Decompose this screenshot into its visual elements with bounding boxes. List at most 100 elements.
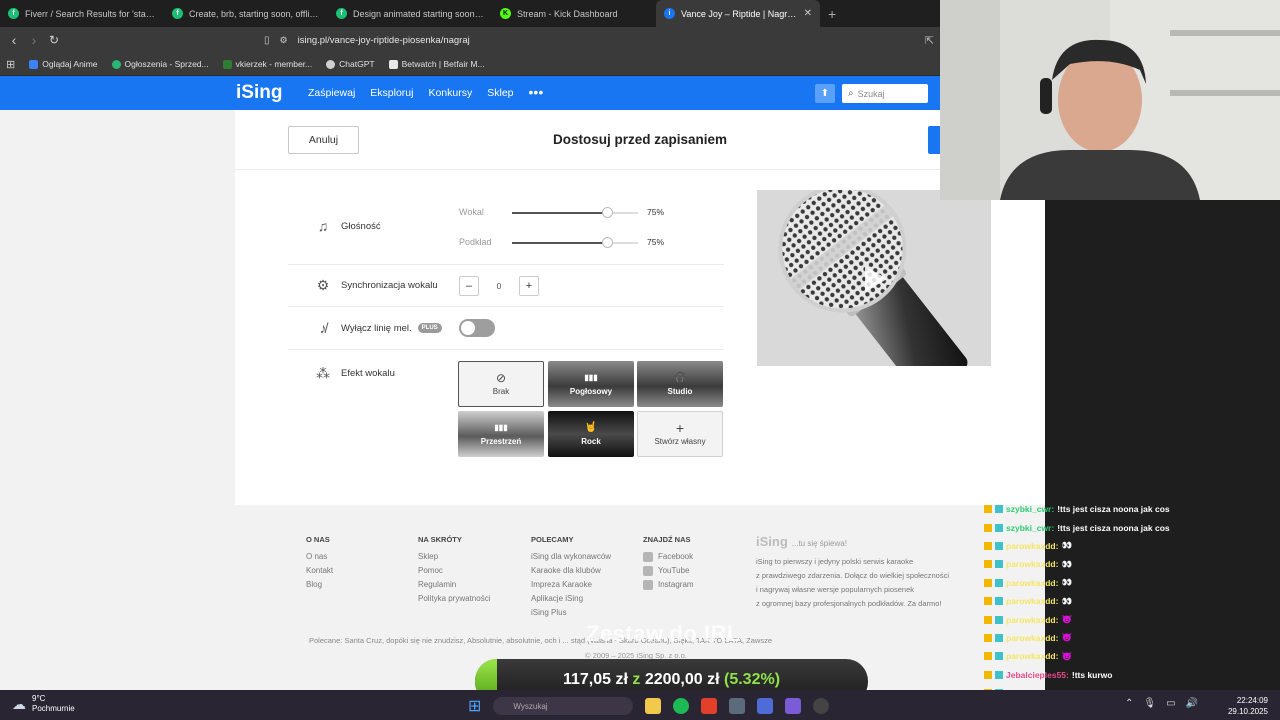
browser-tab[interactable]: f Create, brb, starting soon, offline sc… [164, 0, 328, 27]
bookmark-item[interactable]: ChatGPT [326, 59, 375, 69]
footer-desc-line: i nagrywaj własne wersje popularnych pio… [756, 585, 915, 594]
footer-link[interactable]: Aplikacje iSing [531, 592, 611, 606]
footer-link[interactable]: Blog [306, 578, 333, 592]
chat-username[interactable]: parowkaxdd: [1006, 559, 1058, 569]
search-input[interactable]: ⌕ Szukaj [842, 84, 928, 103]
backing-slider[interactable] [512, 237, 638, 248]
effect-reverb[interactable]: ▮▮▮ Pogłosowy [548, 361, 634, 407]
monitor-icon[interactable]: ▭ [1166, 698, 1175, 709]
sub-badge-icon [995, 541, 1003, 550]
nav-item[interactable]: Zaśpiewaj [308, 87, 355, 99]
bookmark-favicon-icon [111, 59, 121, 69]
footer-link[interactable]: Polityka prywatności [418, 592, 490, 606]
explorer-icon[interactable] [645, 698, 662, 714]
app-icon[interactable] [785, 698, 802, 714]
vocal-slider-thumb[interactable] [601, 207, 613, 218]
footer-link[interactable]: Pomoc [418, 564, 490, 578]
effects-label: Efekt wokalu [341, 367, 395, 379]
close-tab-icon[interactable]: ✕ [804, 8, 812, 19]
backing-slider-fill [512, 242, 607, 244]
chevron-up-icon[interactable]: ⌃ [1125, 698, 1133, 709]
chat-text: 😈 [1061, 650, 1073, 661]
windows-start-icon[interactable]: ⊞ [468, 696, 481, 716]
facebook-link[interactable]: Facebook [643, 550, 694, 564]
sync-minus-button[interactable]: – [459, 276, 479, 296]
chat-username[interactable]: szybki_cwr: [1006, 504, 1054, 514]
effect-studio[interactable]: 🎧 Studio [637, 361, 723, 407]
footer-link[interactable]: iSing Plus [531, 606, 611, 620]
app-icon[interactable] [729, 698, 746, 714]
footer-brand: iSing ...tu się śpiewa! iSing to pierwszy… [756, 533, 981, 611]
chat-username[interactable]: Jebalcieples55: [1006, 670, 1069, 680]
microphone-image[interactable] [757, 190, 991, 366]
sync-plus-button[interactable]: + [519, 276, 539, 296]
nav-item[interactable]: Konkursy [428, 87, 472, 99]
effect-space[interactable]: ▮▮▮ Przestrzeń [458, 411, 544, 457]
footer-link[interactable]: Sklep [418, 550, 490, 564]
nav-item[interactable]: Sklep [487, 87, 513, 99]
site-info-icon[interactable]: ⚙ [280, 35, 288, 46]
bookmark-item[interactable]: Betwatch | Betfair M... [388, 59, 485, 69]
more-icon[interactable]: ••• [529, 85, 544, 99]
forward-icon[interactable]: › [24, 32, 44, 48]
share-icon[interactable]: ⇱ [925, 34, 934, 47]
plus-icon: + [675, 420, 685, 436]
browser-tab-active[interactable]: i Vance Joy – Riptide | Nagrywaj ✕ [656, 0, 820, 27]
bookmark-icon[interactable]: ▯ [264, 35, 270, 46]
instagram-link[interactable]: Instagram [643, 578, 694, 592]
sync-value[interactable]: 0 [485, 276, 513, 296]
chat-message: parowkaxdd: 😈 [984, 610, 1280, 628]
app-icon[interactable] [757, 698, 774, 714]
bookmark-item[interactable]: Oglądaj Anime [29, 59, 98, 69]
chat-username[interactable]: szybki_cwr: [1006, 523, 1054, 533]
footer-link[interactable]: Kontakt [306, 564, 333, 578]
bookmark-item[interactable]: vkierzek - member... [222, 59, 312, 69]
reload-icon[interactable]: ↻ [44, 33, 64, 47]
chat-username[interactable]: parowkaxdd: [1006, 633, 1058, 643]
chat-username[interactable]: parowkaxdd: [1006, 578, 1058, 588]
vocal-slider[interactable] [512, 207, 638, 218]
chat-username[interactable]: parowkaxdd: [1006, 541, 1058, 551]
spotify-icon[interactable] [673, 698, 690, 714]
apps-icon[interactable]: ⊞ [6, 58, 15, 71]
vocal-slider-fill [512, 212, 607, 214]
microphone-icon[interactable]: 🎙 [1143, 698, 1156, 709]
browser-tab[interactable]: f Design animated starting soon, brb, [328, 0, 492, 27]
chat-username[interactable]: parowkaxdd: [1006, 615, 1058, 625]
donation-amount: 117,05 zł [562, 671, 628, 688]
weather-widget[interactable]: ☁ 9°C Pochmurnie [12, 694, 75, 714]
upload-icon[interactable]: ⬆ [815, 84, 835, 103]
footer-link[interactable]: Karaoke dla klubów [531, 564, 611, 578]
speaker-icon[interactable]: 🔊 [1186, 698, 1198, 709]
sub-badge-icon [995, 615, 1003, 624]
browser-tab[interactable]: K Stream - Kick Dashboard [492, 0, 656, 27]
new-tab-icon[interactable]: + [820, 6, 836, 22]
sub-badge-icon [995, 597, 1003, 606]
effect-none[interactable]: ⊘ Brak [458, 361, 544, 407]
footer-link[interactable]: Regulamin [418, 578, 490, 592]
effect-rock[interactable]: 🤘 Rock [548, 411, 634, 457]
footer-link[interactable]: iSing dla wykonawców [531, 550, 611, 564]
clock[interactable]: 22:24:09 29.10.2025 [1228, 695, 1268, 717]
weather-temp: 9°C [32, 694, 46, 703]
footer-link[interactable]: Impreza Karaoke [531, 578, 611, 592]
site-logo[interactable]: iSing [236, 82, 282, 104]
youtube-link[interactable]: YouTube [643, 564, 694, 578]
melody-toggle[interactable] [459, 319, 495, 337]
app-icon[interactable] [813, 698, 830, 714]
chat-username[interactable]: parowkaxdd: [1006, 596, 1058, 606]
bookmark-label: Ogłoszenia - Sprzed... [124, 59, 209, 69]
app-icon[interactable] [701, 698, 718, 714]
sub-badge-icon [995, 523, 1003, 532]
taskbar-search[interactable]: Wyszukaj [493, 697, 634, 715]
footer-link[interactable]: O nas [306, 550, 333, 564]
bookmark-item[interactable]: Ogłoszenia - Sprzed... [111, 59, 209, 69]
chat-username[interactable]: parowkaxdd: [1006, 651, 1058, 661]
page-title: Dostosuj przed zapisaniem [552, 132, 728, 147]
effect-custom[interactable]: + Stwórz własny [637, 411, 723, 457]
browser-tab[interactable]: f Fiverr / Search Results for 'start soo… [0, 0, 164, 27]
backing-slider-thumb[interactable] [601, 237, 613, 248]
nav-item[interactable]: Eksploruj [370, 87, 413, 99]
url-field[interactable]: ising.pl/vance-joy-riptide-piosenka/nagr… [298, 35, 470, 46]
back-icon[interactable]: ‹ [4, 32, 24, 48]
